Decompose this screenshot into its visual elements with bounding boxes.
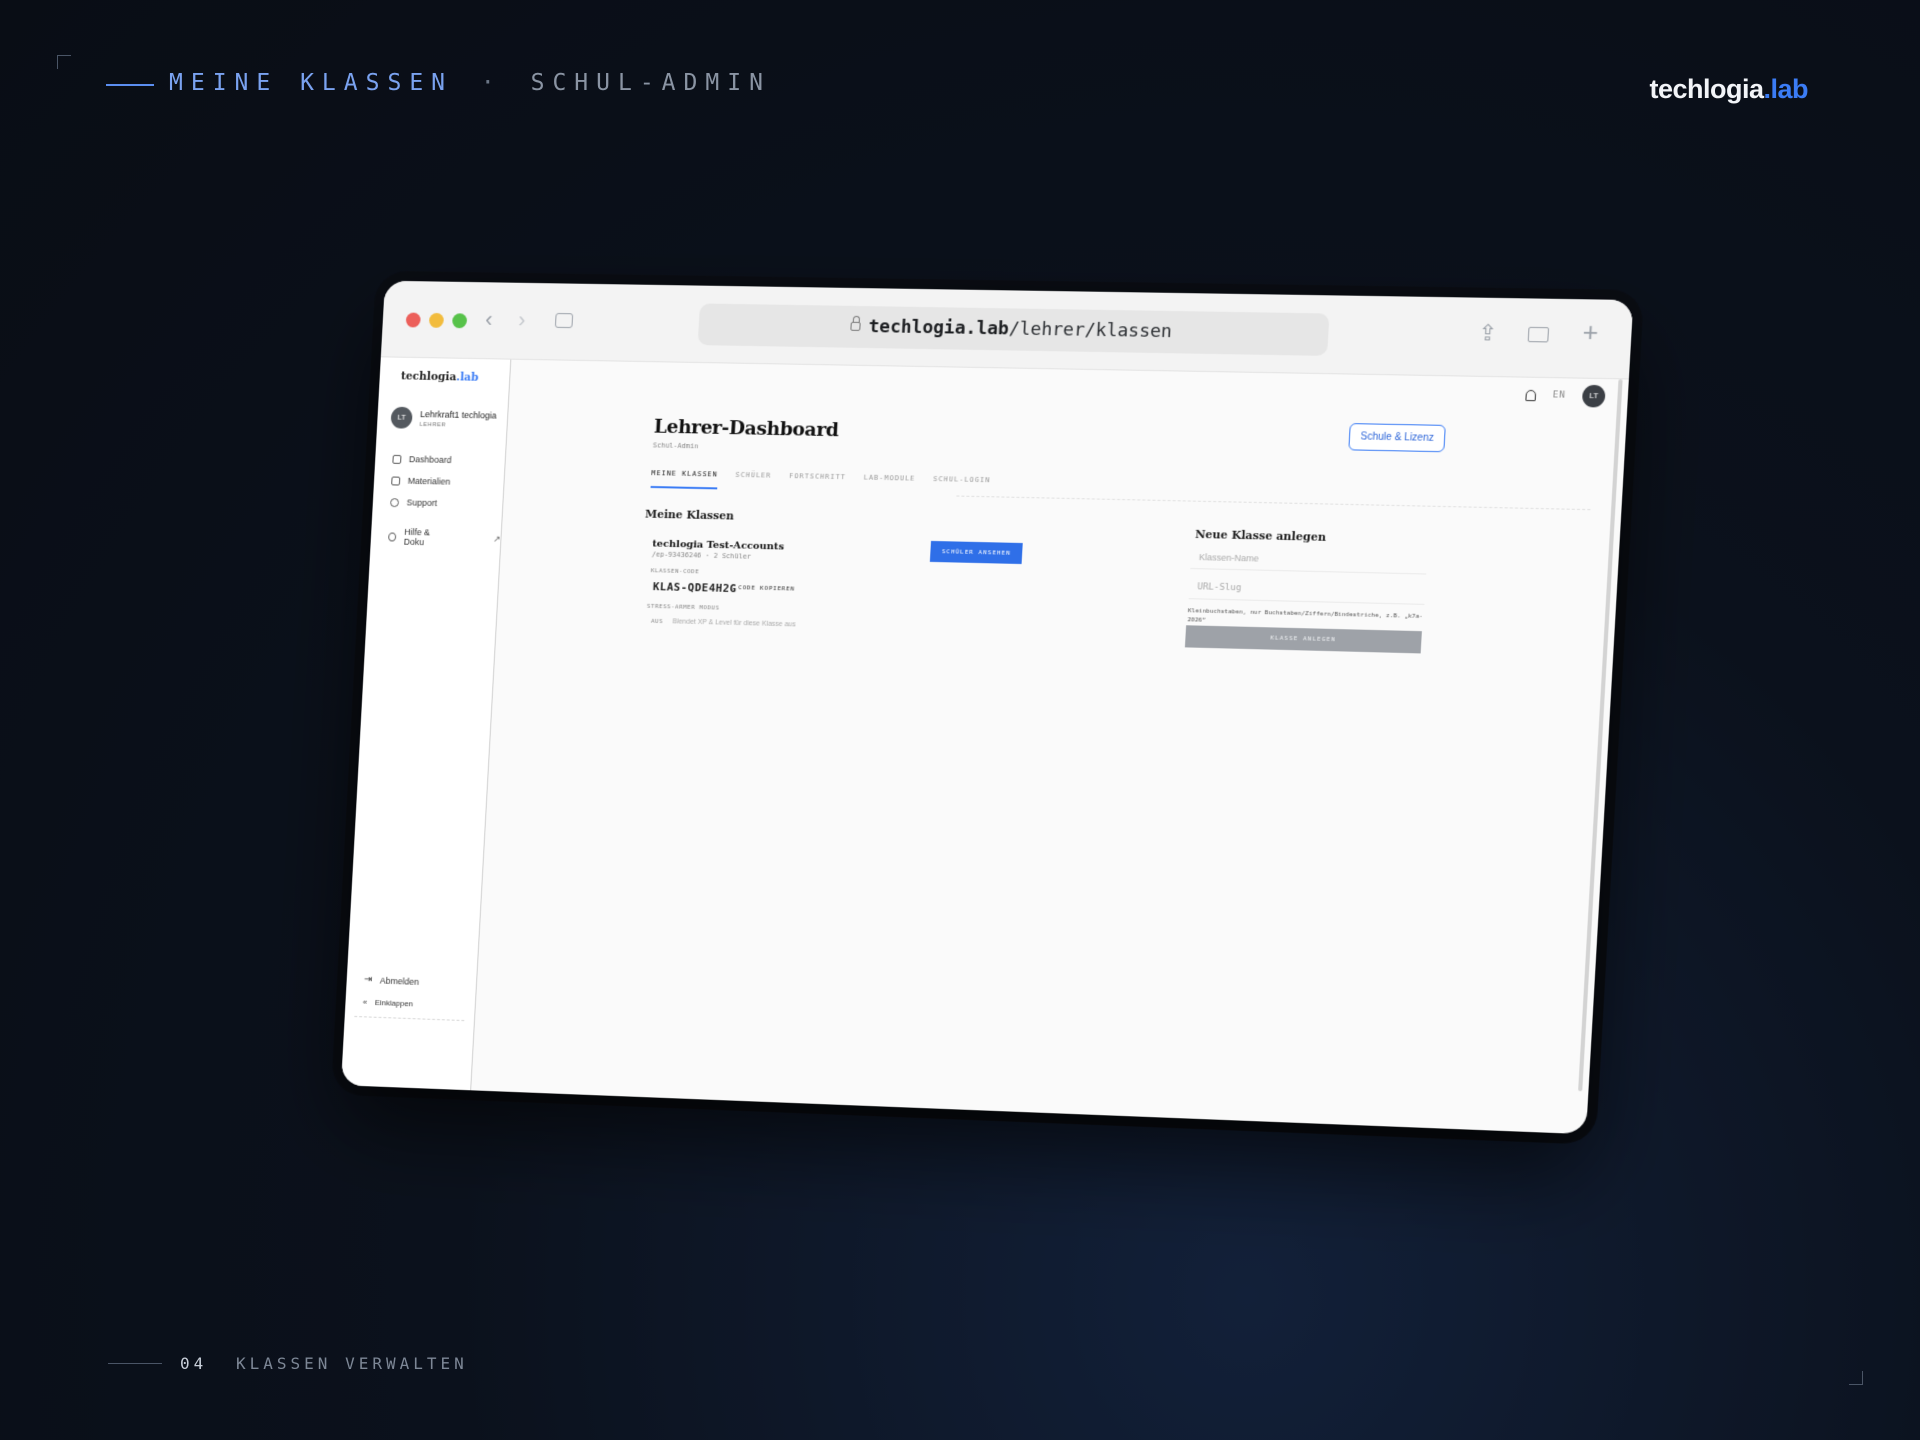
sidebar-item-label: Support	[406, 497, 438, 508]
help-icon	[388, 532, 397, 542]
page-label: KLASSEN VERWALTEN	[236, 1354, 468, 1373]
main-content: Lehrer-Dashboard Schul-Admin Schule & Li…	[471, 360, 1629, 1135]
slide-title-sub: SCHUL-ADMIN	[530, 70, 771, 96]
stress-mode-label: STRESS-ARMER MODUS	[646, 602, 720, 612]
tab-meine-klassen[interactable]: MEINE KLASSEN	[650, 469, 719, 490]
collapse-sidebar-button[interactable]: « Einklappen	[363, 998, 414, 1009]
create-class-button[interactable]: KLASSE ANLEGEN	[1184, 625, 1422, 654]
class-name-input[interactable]	[1190, 544, 1428, 575]
sidebar-logo-accent: .lab	[455, 370, 479, 384]
url-path: /lehrer/klassen	[1008, 318, 1173, 343]
section-title-classes: Meine Klassen	[644, 507, 735, 523]
logout-button[interactable]: ⇥ Abmelden	[364, 974, 419, 987]
lock-icon	[850, 321, 861, 331]
view-students-button[interactable]: SCHÜLER ANSEHEN	[929, 540, 1023, 565]
tab-divider	[956, 495, 1591, 511]
tab-schul-login[interactable]: SCHUL-LOGIN	[932, 475, 991, 495]
section-title-new-class: Neue Klasse anlegen	[1194, 527, 1327, 544]
slide-title: MEINE KLASSEN · SCHUL-ADMIN	[169, 70, 771, 96]
share-icon[interactable]: ⇪	[1478, 320, 1498, 347]
forward-arrow-icon[interactable]: ›	[518, 307, 526, 333]
external-link-icon: ↗	[492, 533, 501, 544]
sidebar-item-dashboard[interactable]: Dashboard	[392, 454, 452, 465]
device-mockup: ‹ › techlogia.lab/lehrer/klassen ⇪ + EN …	[330, 280, 1634, 1160]
double-chevron-left-icon: «	[362, 997, 368, 1007]
user-name: Lehrkraft1 techlogia	[419, 408, 497, 421]
sidebar-item-materialien[interactable]: Materialien	[391, 475, 451, 487]
stress-mode-description: Blendet XP & Level für diese Klasse aus	[672, 618, 796, 629]
brand-logo-main: techlogia	[1649, 74, 1764, 104]
chat-icon	[390, 497, 400, 507]
page-title: Lehrer-Dashboard	[653, 415, 840, 442]
tab-bar: MEINE KLASSEN SCHÜLER FORTSCHRITT LAB-MO…	[650, 469, 991, 495]
sidebar-divider	[354, 1015, 465, 1022]
browser-window: ‹ › techlogia.lab/lehrer/klassen ⇪ + EN …	[340, 280, 1634, 1135]
copy-code-button[interactable]: CODE KOPIEREN	[738, 584, 795, 592]
close-window-button[interactable]	[405, 312, 421, 328]
corner-mark-bottom-right	[1849, 1371, 1863, 1385]
page-number: 04	[180, 1354, 208, 1373]
page-subtitle: Schul-Admin	[652, 441, 699, 451]
new-tab-icon[interactable]: +	[1582, 317, 1599, 349]
brand-logo: techlogia.lab	[1649, 74, 1808, 105]
tab-lab-module[interactable]: LAB-MODULE	[863, 474, 915, 494]
sidebar-item-support[interactable]: Support	[390, 497, 437, 508]
stress-mode-toggle[interactable]: AUS	[651, 618, 663, 625]
sidebar-user: LT Lehrkraft1 techlogia LEHRER	[390, 406, 497, 431]
class-meta: /ep-93436246 · 2 Schüler	[651, 550, 752, 561]
slide-title-separator: ·	[480, 70, 503, 96]
maximize-window-button[interactable]	[451, 313, 468, 329]
logout-label: Abmelden	[379, 975, 420, 987]
logout-icon: ⇥	[363, 974, 373, 986]
sidebar-item-hilfe-doku[interactable]: Hilfe & Doku ↗	[388, 527, 501, 549]
collapse-label: Einklappen	[374, 998, 414, 1009]
sidebar-item-label: Materialien	[407, 475, 451, 487]
tabs-overview-icon[interactable]	[1527, 326, 1550, 343]
class-code-label: KLASSEN-CODE	[650, 567, 700, 576]
school-license-button[interactable]: Schule & Lizenz	[1348, 423, 1446, 453]
title-accent-line	[106, 84, 154, 86]
address-bar[interactable]: techlogia.lab/lehrer/klassen	[697, 303, 1330, 356]
minimize-window-button[interactable]	[428, 312, 445, 328]
sidebar-toggle-icon[interactable]	[554, 312, 574, 329]
grid-icon	[392, 454, 402, 464]
sidebar-item-label: Hilfe & Doku	[403, 526, 431, 548]
slide-title-main: MEINE KLASSEN	[169, 70, 454, 96]
user-role: LEHRER	[419, 421, 447, 428]
tab-fortschritt[interactable]: FORTSCHRITT	[788, 472, 846, 492]
sidebar-item-label: Dashboard	[408, 454, 452, 465]
url-host: techlogia.lab	[868, 316, 1010, 340]
document-icon	[391, 476, 401, 486]
brand-logo-accent: .lab	[1763, 74, 1808, 104]
app-viewport: EN LT techlogia.lab LT Lehrkraft1 techlo…	[340, 357, 1629, 1135]
corner-mark-top-left	[57, 55, 71, 69]
class-code-value: KLAS-QDE4H2G	[652, 580, 738, 596]
tab-schueler[interactable]: SCHÜLER	[735, 471, 771, 491]
sidebar-logo[interactable]: techlogia.lab	[401, 369, 479, 383]
sidebar-logo-main: techlogia	[400, 369, 457, 384]
avatar: LT	[390, 406, 413, 429]
footer-accent-line	[108, 1363, 162, 1364]
url-slug-input[interactable]	[1188, 575, 1426, 605]
back-arrow-icon[interactable]: ‹	[485, 307, 493, 333]
